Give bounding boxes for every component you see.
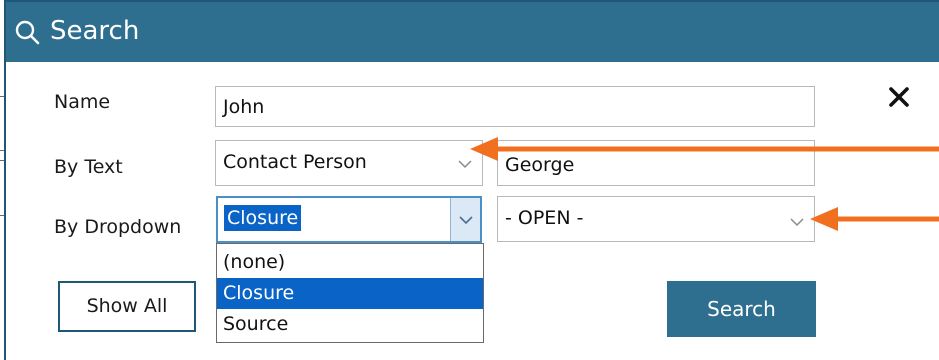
by-dropdown-field-value: Closure (224, 205, 302, 231)
title-bar[interactable]: Search (6, 0, 939, 62)
search-dialog: Search Name John By Text Contact Person … (4, 0, 939, 360)
by-dropdown-field-select[interactable]: Closure (216, 196, 482, 243)
dropdown-toggle-button[interactable] (450, 198, 480, 241)
chevron-down-icon (458, 160, 472, 169)
by-text-label: By Text (54, 156, 123, 178)
by-text-field-value: Contact Person (223, 151, 367, 173)
dropdown-option-none[interactable]: (none) (217, 247, 483, 278)
dropdown-option-source[interactable]: Source (217, 309, 483, 340)
by-text-input[interactable]: George (497, 140, 815, 186)
close-icon[interactable] (886, 84, 912, 110)
dropdown-options-list: (none) Closure Source (216, 243, 484, 343)
name-label: Name (54, 91, 111, 113)
name-input[interactable]: John (215, 86, 815, 127)
chevron-down-icon (459, 216, 473, 225)
by-dropdown-label: By Dropdown (54, 216, 182, 238)
by-text-field-select[interactable]: Contact Person (215, 140, 483, 186)
show-all-button[interactable]: Show All (58, 281, 196, 332)
search-button[interactable]: Search (667, 281, 816, 337)
by-text-input-value: George (505, 154, 575, 176)
dropdown-option-closure[interactable]: Closure (217, 278, 483, 309)
name-input-value: John (223, 96, 265, 118)
chevron-down-icon (790, 218, 804, 227)
screen: Search Name John By Text Contact Person … (0, 0, 939, 360)
by-dropdown-value-select[interactable]: - OPEN - (497, 196, 815, 242)
dialog-title: Search (50, 16, 140, 46)
search-icon (15, 20, 40, 45)
by-dropdown-value: - OPEN - (505, 207, 584, 229)
